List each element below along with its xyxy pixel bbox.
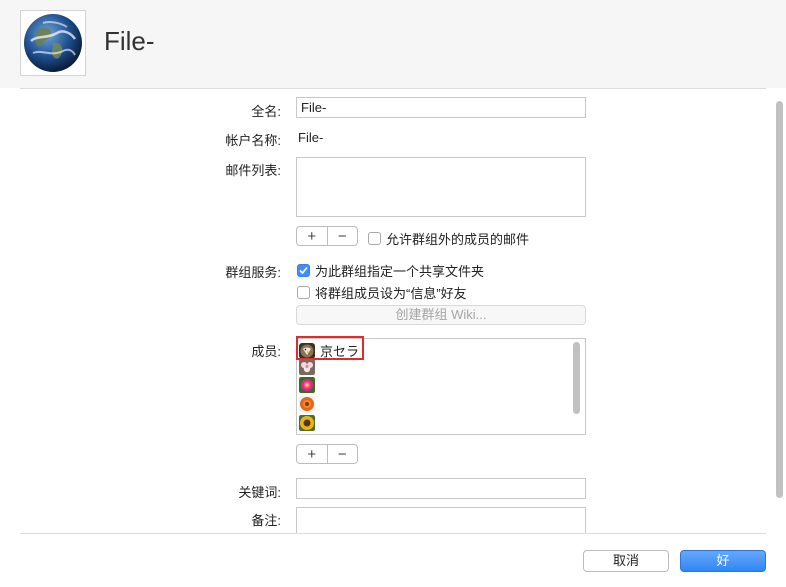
members-add-button[interactable]: + bbox=[297, 445, 327, 463]
fullname-field[interactable] bbox=[296, 97, 586, 118]
account-name-value: File- bbox=[298, 130, 324, 145]
mailing-list-box[interactable] bbox=[296, 157, 586, 217]
group-services-label: 群组服务: bbox=[225, 265, 281, 280]
cancel-button[interactable]: 取消 bbox=[583, 550, 669, 572]
mailing-list-add-button[interactable]: + bbox=[297, 227, 327, 245]
header-divider bbox=[20, 88, 766, 89]
sunflower-avatar-icon bbox=[299, 415, 315, 431]
shared-folder-option[interactable]: 为此群组指定一个共享文件夹 bbox=[297, 261, 484, 280]
allow-external-mail-label: 允许群组外的成员的邮件 bbox=[386, 232, 530, 247]
keywords-label: 关键词: bbox=[238, 485, 281, 500]
page-title: File- bbox=[104, 26, 155, 56]
mailing-list-label: 邮件列表: bbox=[225, 163, 281, 178]
members-list-scroll-thumb[interactable] bbox=[573, 342, 580, 414]
ok-button[interactable]: 好 bbox=[680, 550, 766, 572]
allow-external-mail-option[interactable]: 允许群组外的成员的邮件 bbox=[368, 229, 529, 248]
members-remove-button[interactable]: − bbox=[326, 445, 358, 463]
checkmark-icon bbox=[299, 266, 308, 275]
member-row[interactable] bbox=[299, 415, 315, 431]
keywords-field[interactable] bbox=[296, 478, 586, 499]
flower-pink-white-avatar-icon bbox=[299, 359, 315, 375]
members-label: 成员: bbox=[251, 344, 281, 359]
group-avatar[interactable] bbox=[20, 10, 86, 76]
allow-external-mail-checkbox[interactable] bbox=[368, 232, 381, 245]
shared-folder-checkbox[interactable] bbox=[297, 264, 310, 277]
earth-globe-icon bbox=[24, 14, 82, 72]
mailing-list-add-remove: + − bbox=[296, 226, 358, 246]
account-name-label: 帐户名称: bbox=[225, 133, 281, 148]
fullname-label: 全名: bbox=[251, 104, 281, 119]
messages-buddies-label: 将群组成员设为“信息”好友 bbox=[315, 286, 467, 301]
messages-buddies-checkbox[interactable] bbox=[297, 286, 310, 299]
member-row[interactable] bbox=[299, 377, 315, 393]
footer-divider bbox=[20, 533, 766, 534]
create-wiki-button[interactable]: 创建群组 Wiki... bbox=[296, 305, 586, 325]
member-row[interactable] bbox=[299, 396, 315, 412]
shared-folder-label: 为此群组指定一个共享文件夹 bbox=[315, 264, 485, 279]
header-area: File- bbox=[0, 0, 786, 88]
flower-magenta-avatar-icon bbox=[299, 377, 315, 393]
notes-label: 备注: bbox=[251, 513, 281, 528]
member-row[interactable] bbox=[299, 359, 315, 375]
highlight-box bbox=[296, 336, 364, 360]
flower-orange-avatar-icon bbox=[299, 396, 315, 412]
messages-buddies-option[interactable]: 将群组成员设为“信息”好友 bbox=[297, 283, 467, 302]
mailing-list-remove-button[interactable]: − bbox=[326, 227, 358, 245]
form-scrollbar-thumb[interactable] bbox=[776, 101, 783, 498]
notes-field[interactable] bbox=[296, 507, 586, 533]
members-add-remove: + − bbox=[296, 444, 358, 464]
